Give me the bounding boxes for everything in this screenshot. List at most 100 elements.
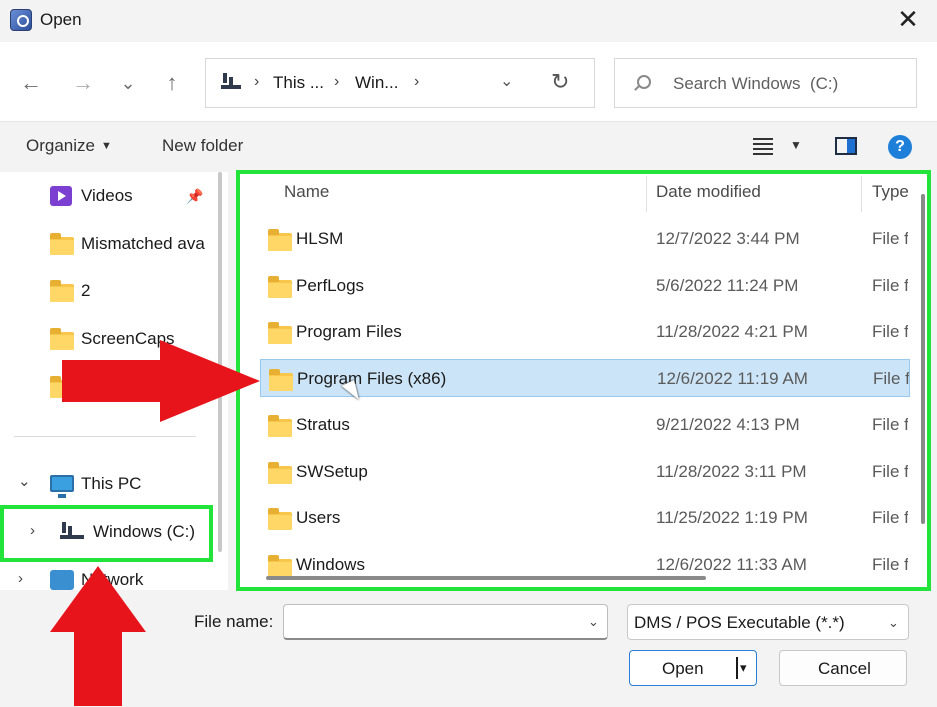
chevron-right-icon[interactable]: ›: [18, 570, 23, 587]
horizontal-scrollbar[interactable]: [266, 576, 706, 580]
help-icon[interactable]: ?: [888, 135, 912, 159]
caret-down-icon: ▼: [100, 140, 112, 152]
open-file-dialog: Open ✕ ← → ⌄ ↑ › This ... › Win... › ⌄ ↻…: [0, 0, 937, 707]
view-caret-icon[interactable]: ▼: [790, 138, 802, 152]
file-type-filter-value: DMS / POS Executable (*.*): [634, 613, 845, 632]
sidebar-item-label: Windows (C:): [93, 522, 196, 541]
sidebar-item-label: 2: [81, 281, 91, 300]
folder-icon: [269, 369, 293, 391]
file-type: File f: [872, 276, 908, 295]
file-date: 12/6/2022 11:33 AM: [656, 555, 807, 574]
column-header-date-modified[interactable]: Date modified: [656, 182, 761, 202]
address-dropdown-icon[interactable]: ⌄: [500, 71, 513, 91]
file-date: 11/28/2022 3:11 PM: [656, 462, 807, 481]
pin-icon: 📌: [186, 188, 204, 204]
up-arrow-icon[interactable]: ↑: [157, 68, 187, 98]
column-divider[interactable]: [646, 176, 647, 212]
folder-icon: [50, 328, 74, 350]
new-folder-button[interactable]: New folder: [162, 136, 243, 156]
sidebar-item-mismatched[interactable]: Mismatched ava: [0, 222, 210, 266]
file-name-dropdown-icon[interactable]: ⌄: [588, 614, 599, 630]
vertical-scrollbar[interactable]: [921, 194, 925, 524]
sidebar-item-folder[interactable]: [0, 365, 210, 409]
view-options-icon[interactable]: [753, 138, 773, 155]
open-dropdown-icon[interactable]: ▾: [740, 660, 747, 676]
sidebar-item-label: Network: [81, 570, 144, 589]
breadcrumb-windows[interactable]: Win...: [355, 73, 398, 93]
column-divider[interactable]: [861, 176, 862, 212]
column-header-type[interactable]: Type: [872, 182, 909, 202]
sidebar-divider: [14, 436, 196, 437]
file-date: 12/7/2022 3:44 PM: [656, 229, 800, 248]
folder-icon: [268, 415, 292, 437]
file-row[interactable]: Users 11/25/2022 1:19 PM File f: [260, 499, 910, 537]
file-name: PerfLogs: [296, 276, 365, 295]
command-toolbar: Organize ▼ New folder ▼ ?: [0, 122, 937, 172]
preview-pane-icon[interactable]: [835, 137, 857, 155]
file-row[interactable]: HLSM 12/7/2022 3:44 PM File f: [260, 220, 910, 258]
navigation-bar: ← → ⌄ ↑ › This ... › Win... › ⌄ ↻: [0, 42, 937, 122]
close-icon[interactable]: ✕: [893, 4, 923, 34]
search-input[interactable]: [673, 71, 903, 97]
file-row[interactable]: Stratus 9/21/2022 4:13 PM File f: [260, 406, 910, 444]
file-date: 11/28/2022 4:21 PM: [656, 322, 808, 341]
file-type-filter[interactable]: DMS / POS Executable (*.*) ⌄: [627, 604, 909, 640]
sidebar-item-label: This PC: [81, 474, 142, 493]
file-name: Program Files: [296, 322, 402, 341]
video-icon: [50, 186, 72, 206]
file-date: 12/6/2022 11:19 AM: [657, 369, 808, 388]
file-name-input[interactable]: [283, 604, 608, 640]
sidebar-item-screencaps[interactable]: ScreenCaps: [0, 317, 210, 361]
app-icon: [10, 9, 32, 31]
sidebar-scrollbar[interactable]: [218, 172, 222, 552]
chevron-down-icon[interactable]: ⌄: [18, 472, 31, 490]
title-bar: Open ✕: [0, 0, 937, 42]
navigation-pane: Videos 📌 Mismatched ava 2 ScreenCaps ⌄ T…: [0, 172, 228, 590]
file-date: 11/25/2022 1:19 PM: [656, 508, 808, 527]
file-name: Program Files (x86): [297, 369, 447, 388]
open-button[interactable]: Open ▾: [629, 650, 757, 686]
folder-icon: [268, 462, 292, 484]
file-row[interactable]: SWSetup 11/28/2022 3:11 PM File f: [260, 453, 910, 491]
folder-icon: [50, 376, 74, 398]
sidebar-item-2[interactable]: 2: [0, 269, 210, 313]
chevron-right-icon[interactable]: ›: [30, 522, 35, 539]
file-row[interactable]: Program Files 11/28/2022 4:21 PM File f: [260, 313, 910, 351]
sidebar-item-label: ScreenCaps: [81, 329, 175, 348]
sidebar-item-label: Videos: [81, 186, 133, 205]
file-type: File f: [872, 555, 908, 574]
search-box[interactable]: [614, 58, 917, 108]
sort-indicator-icon: ^: [453, 172, 460, 181]
sidebar-item-videos[interactable]: Videos 📌: [0, 174, 210, 218]
organize-label: Organize: [26, 136, 95, 155]
refresh-icon[interactable]: ↻: [551, 69, 569, 95]
file-date: 5/6/2022 11:24 PM: [656, 276, 799, 295]
file-row[interactable]: PerfLogs 5/6/2022 11:24 PM File f: [260, 267, 910, 305]
dialog-footer: File name: ⌄ DMS / POS Executable (*.*) …: [0, 590, 937, 707]
column-header-name[interactable]: Name: [284, 182, 329, 202]
sidebar-item-windows-c[interactable]: › Windows (C:): [0, 510, 210, 554]
folder-icon: [268, 555, 292, 577]
sidebar-item-this-pc[interactable]: ⌄ This PC: [0, 462, 210, 506]
file-type: File f: [873, 369, 909, 388]
address-bar[interactable]: › This ... › Win... › ⌄ ↻: [205, 58, 595, 108]
sidebar-item-label: Mismatched ava: [81, 234, 205, 253]
dialog-title: Open: [40, 10, 82, 29]
back-arrow-icon[interactable]: ←: [16, 68, 46, 98]
file-name: SWSetup: [296, 462, 368, 481]
file-type: File f: [872, 229, 908, 248]
organize-button[interactable]: Organize ▼: [26, 136, 112, 156]
recent-locations-chevron-icon[interactable]: ⌄: [113, 68, 143, 98]
breadcrumb-separator[interactable]: ›: [414, 73, 419, 91]
network-icon: [50, 570, 74, 590]
sidebar-item-network[interactable]: › Network: [0, 558, 210, 590]
cancel-button[interactable]: Cancel: [779, 650, 907, 686]
file-type: File f: [872, 508, 908, 527]
forward-arrow-icon[interactable]: →: [68, 68, 98, 98]
drive-icon: [60, 522, 84, 540]
file-type: File f: [872, 322, 908, 341]
file-name: Users: [296, 508, 341, 527]
folder-icon: [268, 508, 292, 530]
breadcrumb-this-pc[interactable]: This ...: [273, 73, 324, 93]
folder-icon: [50, 233, 74, 255]
